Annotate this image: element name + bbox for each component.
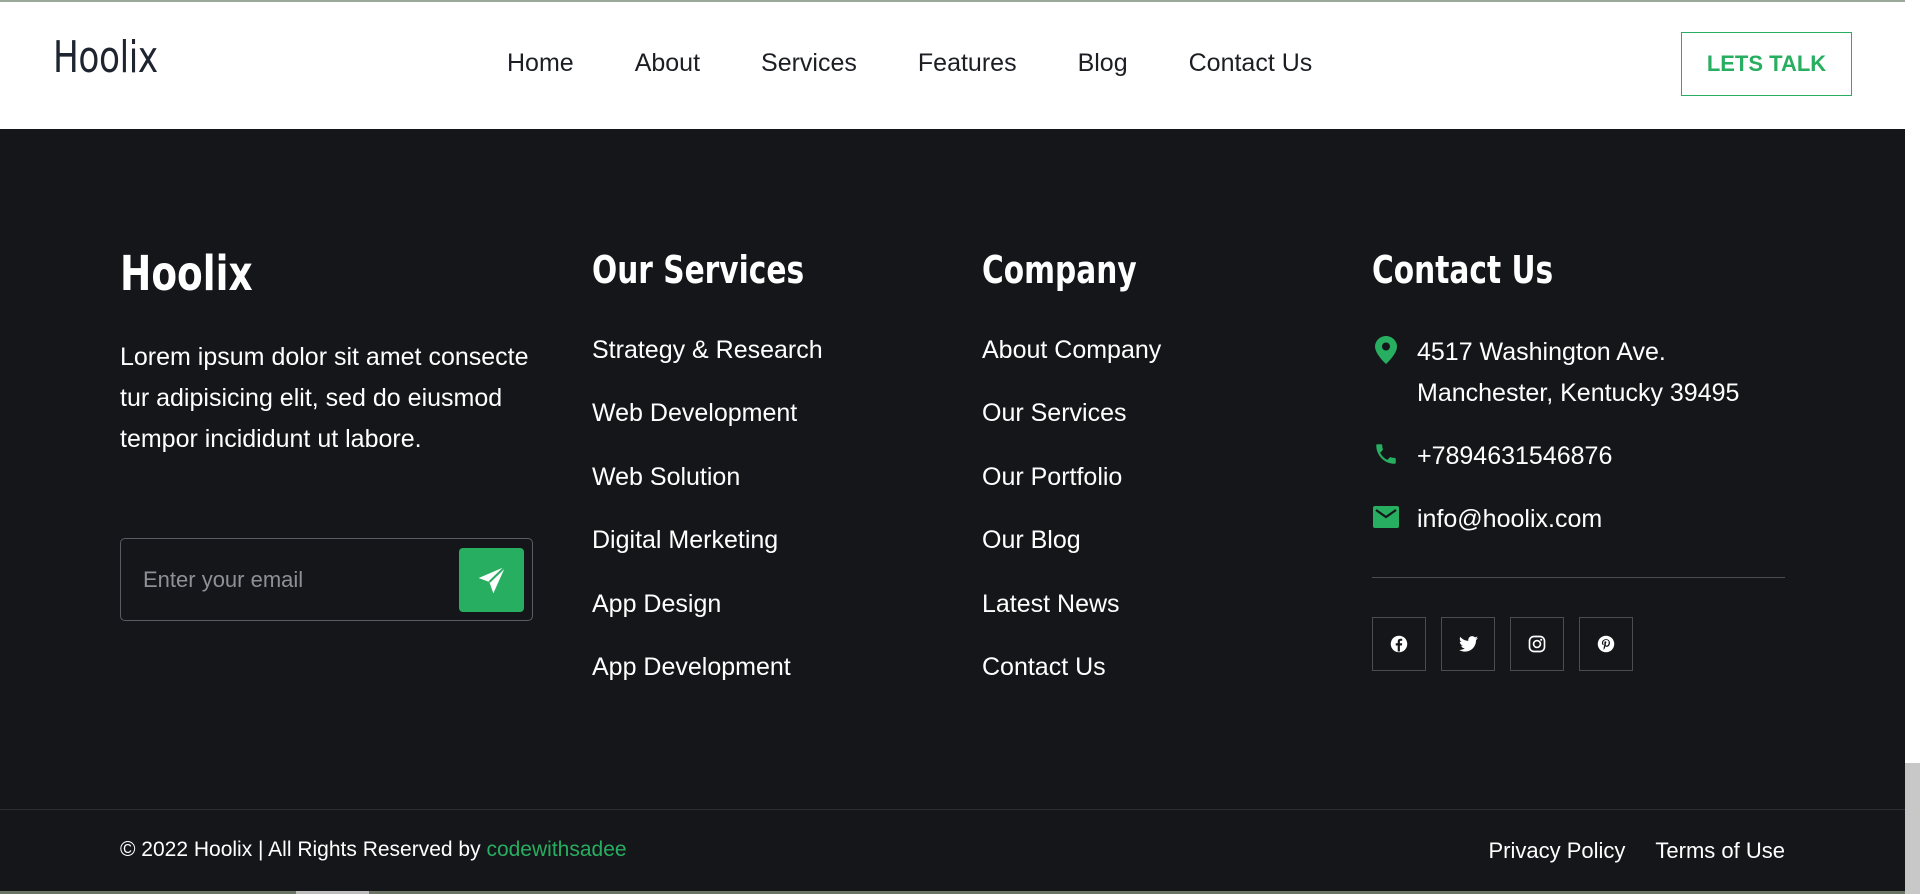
list-item: Latest News <box>982 590 1161 653</box>
contact-divider <box>1372 577 1785 578</box>
company-link[interactable]: Contact Us <box>982 653 1106 681</box>
company-link[interactable]: Latest News <box>982 590 1120 618</box>
nav-home[interactable]: Home <box>507 49 574 78</box>
copyright-prefix: © 2022 Hoolix | All Rights Reserved by <box>120 838 481 861</box>
instagram-icon <box>1528 635 1546 653</box>
company-list: About Company Our Services Our Portfolio… <box>982 336 1161 716</box>
footer-bottom-divider <box>0 809 1905 810</box>
list-item: Web Development <box>592 399 823 462</box>
service-link[interactable]: Web Development <box>592 399 797 427</box>
contact-heading: Contact Us <box>1372 248 1554 292</box>
scrollbar-thumb[interactable] <box>1905 763 1920 894</box>
site-footer: Hoolix Lorem ipsum dolor sit amet consec… <box>0 129 1905 891</box>
twitter-link[interactable] <box>1441 617 1495 671</box>
list-item: App Design <box>592 590 823 653</box>
nav-features[interactable]: Features <box>918 49 1017 78</box>
pinterest-icon <box>1597 635 1615 653</box>
list-item: About Company <box>982 336 1161 399</box>
social-links <box>1372 617 1633 671</box>
contact-email[interactable]: info@hoolix.com <box>1372 499 1602 540</box>
email-address[interactable]: info@hoolix.com <box>1417 499 1602 540</box>
mail-icon <box>1372 503 1400 531</box>
service-link[interactable]: App Design <box>592 590 721 618</box>
list-item: App Development <box>592 653 823 716</box>
email-input[interactable] <box>143 539 443 620</box>
facebook-icon <box>1390 635 1408 653</box>
main-nav: Home About Services Features Blog Contac… <box>507 49 1312 78</box>
privacy-policy-link[interactable]: Privacy Policy <box>1488 838 1625 864</box>
newsletter-form <box>120 538 533 621</box>
service-link[interactable]: Web Solution <box>592 463 740 491</box>
pinterest-link[interactable] <box>1579 617 1633 671</box>
service-link[interactable]: Strategy & Research <box>592 336 823 364</box>
footer-logo[interactable]: Hoolix <box>120 246 253 302</box>
facebook-link[interactable] <box>1372 617 1426 671</box>
terms-of-use-link[interactable]: Terms of Use <box>1655 838 1785 864</box>
address-line-1: 4517 Washington Ave. <box>1417 338 1666 366</box>
nav-contact[interactable]: Contact Us <box>1189 49 1313 78</box>
credit-link[interactable]: codewithsadee <box>486 838 626 861</box>
contact-phone[interactable]: +7894631546876 <box>1372 436 1612 477</box>
company-link[interactable]: Our Portfolio <box>982 463 1122 491</box>
list-item: Contact Us <box>982 653 1161 716</box>
vertical-scrollbar[interactable] <box>1905 0 1920 894</box>
list-item: Web Solution <box>592 463 823 526</box>
nav-blog[interactable]: Blog <box>1078 49 1128 78</box>
list-item: Digital Merketing <box>592 526 823 589</box>
legal-links: Privacy Policy Terms of Use <box>1488 838 1785 864</box>
instagram-link[interactable] <box>1510 617 1564 671</box>
address-line-2: Manchester, Kentucky 39495 <box>1417 379 1740 407</box>
header-logo[interactable]: Hoolix <box>53 32 158 83</box>
paper-plane-icon <box>478 565 506 594</box>
lets-talk-button[interactable]: LETS TALK <box>1681 32 1852 96</box>
twitter-icon <box>1458 636 1478 652</box>
services-list: Strategy & Research Web Development Web … <box>592 336 823 716</box>
location-pin-icon <box>1372 336 1400 364</box>
list-item: Our Services <box>982 399 1161 462</box>
services-heading: Our Services <box>592 248 805 292</box>
phone-number[interactable]: +7894631546876 <box>1417 436 1612 477</box>
service-link[interactable]: App Development <box>592 653 791 681</box>
list-item: Strategy & Research <box>592 336 823 399</box>
company-link[interactable]: Our Services <box>982 399 1126 427</box>
nav-about[interactable]: About <box>635 49 700 78</box>
copyright-text: © 2022 Hoolix | All Rights Reserved by c… <box>120 838 627 862</box>
list-item: Our Blog <box>982 526 1161 589</box>
service-link[interactable]: Digital Merketing <box>592 526 778 554</box>
company-heading: Company <box>982 248 1137 292</box>
footer-about-text: Lorem ipsum dolor sit amet consecte tur … <box>120 343 529 453</box>
contact-address: 4517 Washington Ave. Manchester, Kentuck… <box>1372 332 1739 414</box>
send-button[interactable] <box>459 548 524 612</box>
company-link[interactable]: Our Blog <box>982 526 1081 554</box>
list-item: Our Portfolio <box>982 463 1161 526</box>
site-header: Hoolix Home About Services Features Blog… <box>0 2 1905 129</box>
phone-icon <box>1372 440 1400 468</box>
nav-services[interactable]: Services <box>761 49 857 78</box>
company-link[interactable]: About Company <box>982 336 1161 364</box>
